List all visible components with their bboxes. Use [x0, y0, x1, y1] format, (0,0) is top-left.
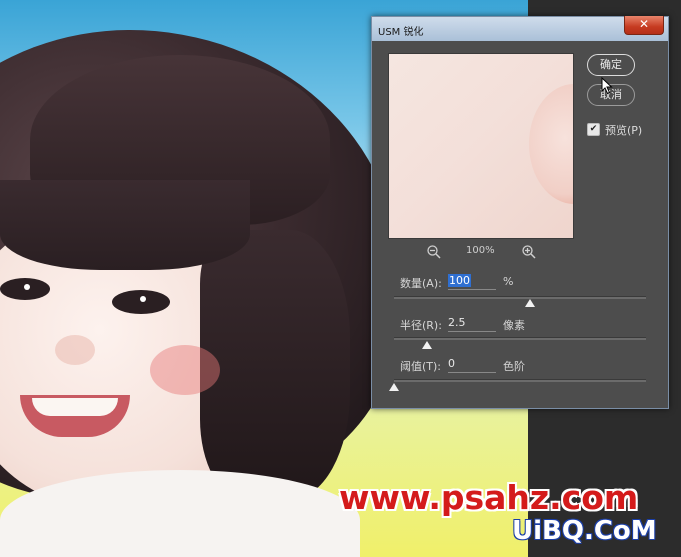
threshold-input[interactable]: 0 — [448, 356, 496, 373]
preview-nose-shape — [529, 84, 573, 204]
usm-sharpen-dialog: USM 锐化 ✕ 确定 取消 ✔ 预览(P) 100% 数量(A): 100 %… — [371, 16, 669, 409]
threshold-label: 阈值(T): — [400, 360, 442, 373]
amount-slider-track[interactable] — [394, 296, 646, 299]
nose-shape — [55, 335, 95, 365]
threshold-slider-thumb[interactable] — [389, 383, 399, 391]
bangs-shape — [0, 180, 250, 270]
mouse-cursor-icon — [601, 77, 613, 95]
radius-label: 半径(R): — [400, 319, 442, 332]
radius-slider-thumb[interactable] — [421, 341, 432, 349]
close-icon: ✕ — [638, 17, 650, 31]
amount-value: 100 — [448, 274, 471, 287]
radius-slider-track[interactable] — [394, 337, 646, 340]
ok-button[interactable]: 确定 — [587, 54, 635, 76]
cheek-blush — [150, 345, 220, 395]
amount-unit: % — [503, 275, 514, 288]
teeth-shape — [32, 398, 118, 416]
threshold-value: 0 — [448, 357, 455, 370]
amount-input[interactable]: 100 — [448, 273, 496, 290]
threshold-unit: 色阶 — [503, 360, 525, 373]
right-eye — [112, 290, 170, 314]
hair-side-shape — [200, 230, 350, 500]
preview-window[interactable] — [388, 53, 574, 239]
radius-input[interactable]: 2.5 — [448, 315, 496, 332]
watermark-primary: www.psahz.com — [339, 478, 639, 517]
zoom-in-icon[interactable] — [521, 244, 537, 260]
watermark-secondary: UiBQ.CoM — [512, 516, 657, 546]
preview-checkbox[interactable]: ✔ — [587, 123, 600, 136]
amount-slider-thumb[interactable] — [525, 299, 536, 307]
zoom-level: 100% — [466, 245, 495, 256]
radius-unit: 像素 — [503, 319, 525, 332]
left-eye — [0, 278, 50, 300]
preview-label: 预览(P) — [605, 124, 643, 137]
threshold-slider-track[interactable] — [394, 379, 646, 382]
radius-value: 2.5 — [448, 316, 466, 329]
zoom-out-icon[interactable] — [426, 244, 442, 260]
dialog-title: USM 锐化 — [378, 27, 424, 38]
close-button[interactable]: ✕ — [624, 16, 664, 35]
checkmark-icon: ✔ — [589, 124, 598, 134]
amount-label: 数量(A): — [400, 277, 442, 290]
